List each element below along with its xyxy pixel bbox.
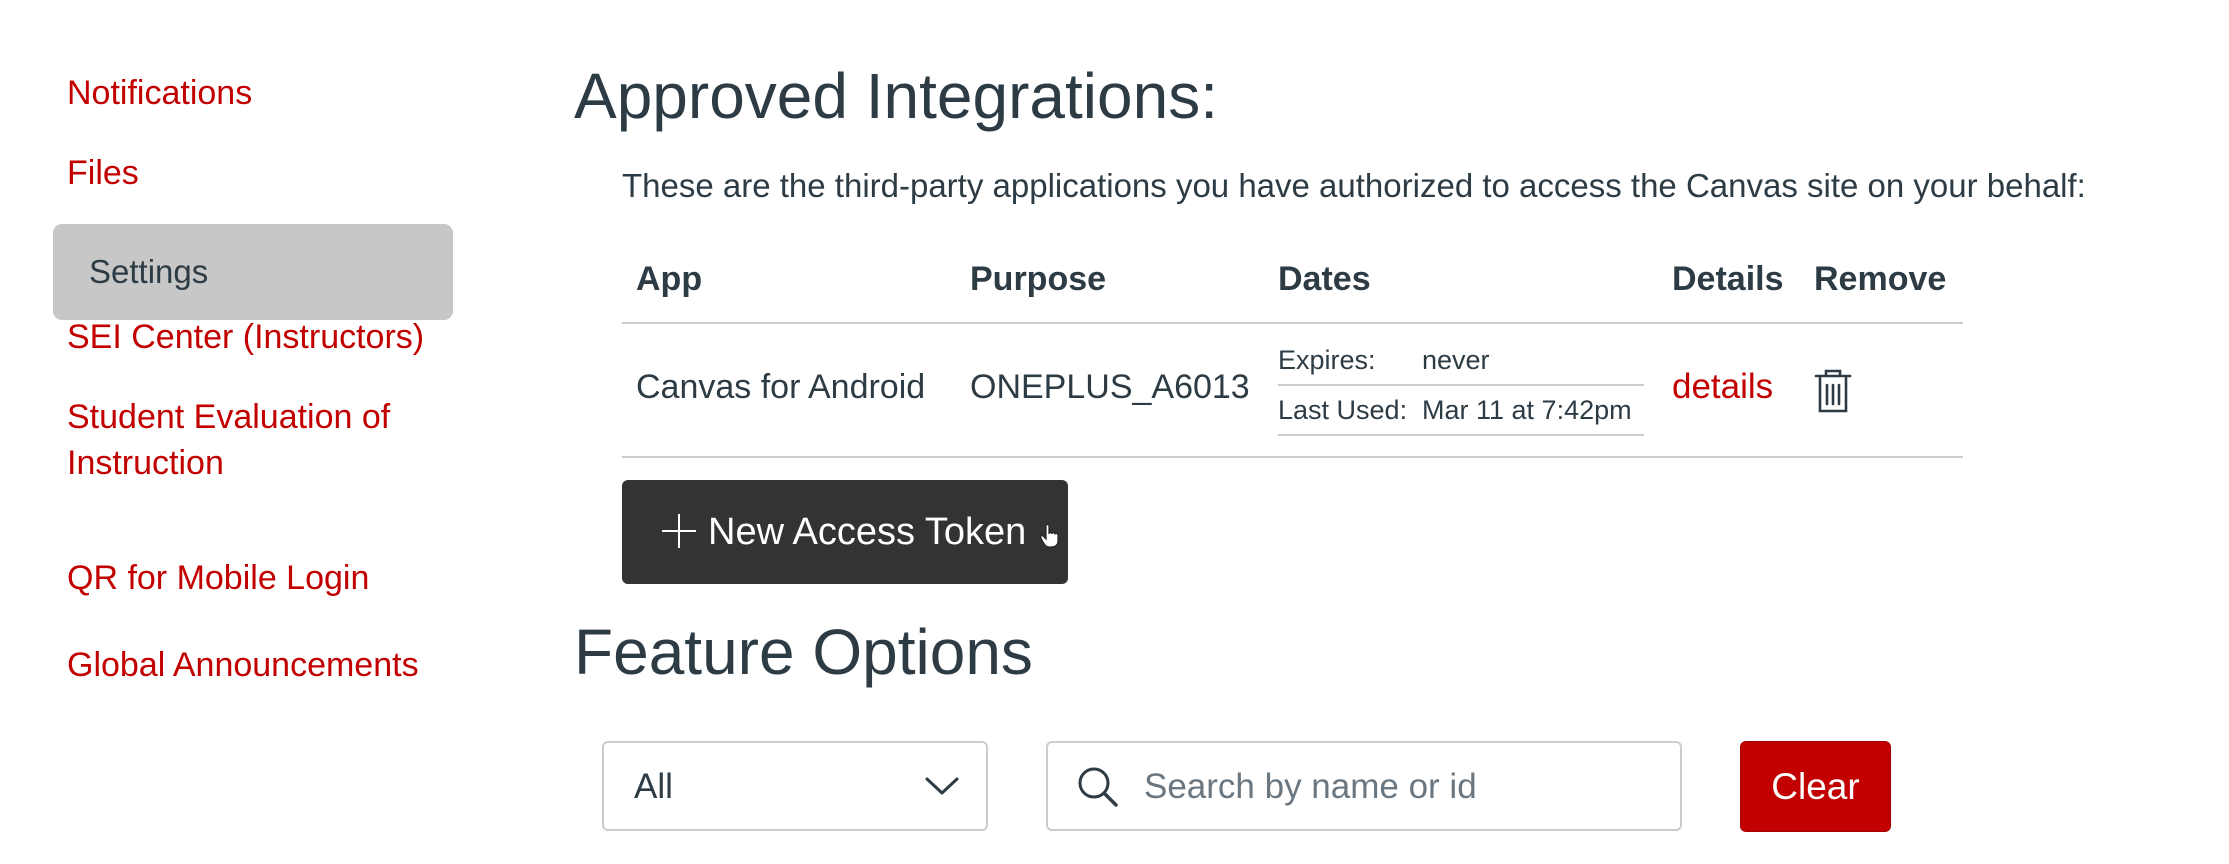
sidebar-item-sei-center[interactable]: SEI Center (Instructors) (67, 314, 424, 361)
last-used-value: Mar 11 at 7:42pm (1422, 395, 1632, 425)
column-header-remove: Remove (1814, 260, 1947, 298)
trash-icon[interactable] (1812, 368, 1854, 414)
sidebar-item-qr-mobile-login[interactable]: QR for Mobile Login (67, 555, 369, 602)
feature-options-heading: Feature Options (574, 616, 1033, 688)
app-name: Canvas for Android (636, 368, 926, 406)
feature-search[interactable] (1046, 741, 1682, 831)
integrations-intro: These are the third-party applications y… (622, 167, 2086, 204)
approved-integrations-heading: Approved Integrations: (574, 60, 1218, 132)
sidebar-item-student-evaluation[interactable]: Student Evaluation of (67, 394, 390, 441)
sidebar-item-files[interactable]: Files (67, 150, 139, 197)
settings-page: Notifications Files Settings SEI Center … (0, 0, 2229, 864)
sidebar-item-student-evaluation-line2[interactable]: Instruction (67, 440, 224, 487)
column-header-dates: Dates (1278, 260, 1371, 298)
expires-value: never (1422, 345, 1490, 375)
chevron-down-icon (924, 773, 960, 799)
sidebar-nav: Notifications Files Settings SEI Center … (0, 0, 470, 864)
expires-label: Expires: (1278, 345, 1376, 375)
column-header-purpose: Purpose (970, 260, 1107, 298)
app-purpose: ONEPLUS_A6013 (970, 368, 1250, 406)
new-access-token-label: New Access Token (708, 511, 1027, 553)
sidebar-item-label: Settings (89, 253, 209, 290)
feature-filter-select[interactable]: All (602, 741, 988, 831)
dates-divider (1278, 434, 1644, 436)
column-header-app: App (636, 260, 703, 298)
search-input[interactable] (1144, 761, 1664, 813)
table-row-divider (622, 456, 1963, 458)
feature-filter-value: All (634, 767, 673, 806)
column-header-details: Details (1672, 260, 1784, 298)
last-used-label: Last Used: (1278, 395, 1408, 425)
clear-button[interactable]: Clear (1740, 741, 1891, 832)
sidebar-item-notifications[interactable]: Notifications (67, 70, 252, 117)
plus-icon (662, 514, 696, 548)
hand-cursor-icon (1040, 523, 1060, 548)
new-access-token-button[interactable]: New Access Token (622, 480, 1068, 584)
dates-divider (1278, 384, 1644, 386)
search-icon (1076, 765, 1120, 809)
table-header-divider (622, 322, 1963, 324)
details-link[interactable]: details (1672, 364, 1773, 410)
sidebar-item-settings[interactable]: Settings (53, 224, 453, 320)
sidebar-item-global-announcements[interactable]: Global Announcements (67, 642, 419, 689)
